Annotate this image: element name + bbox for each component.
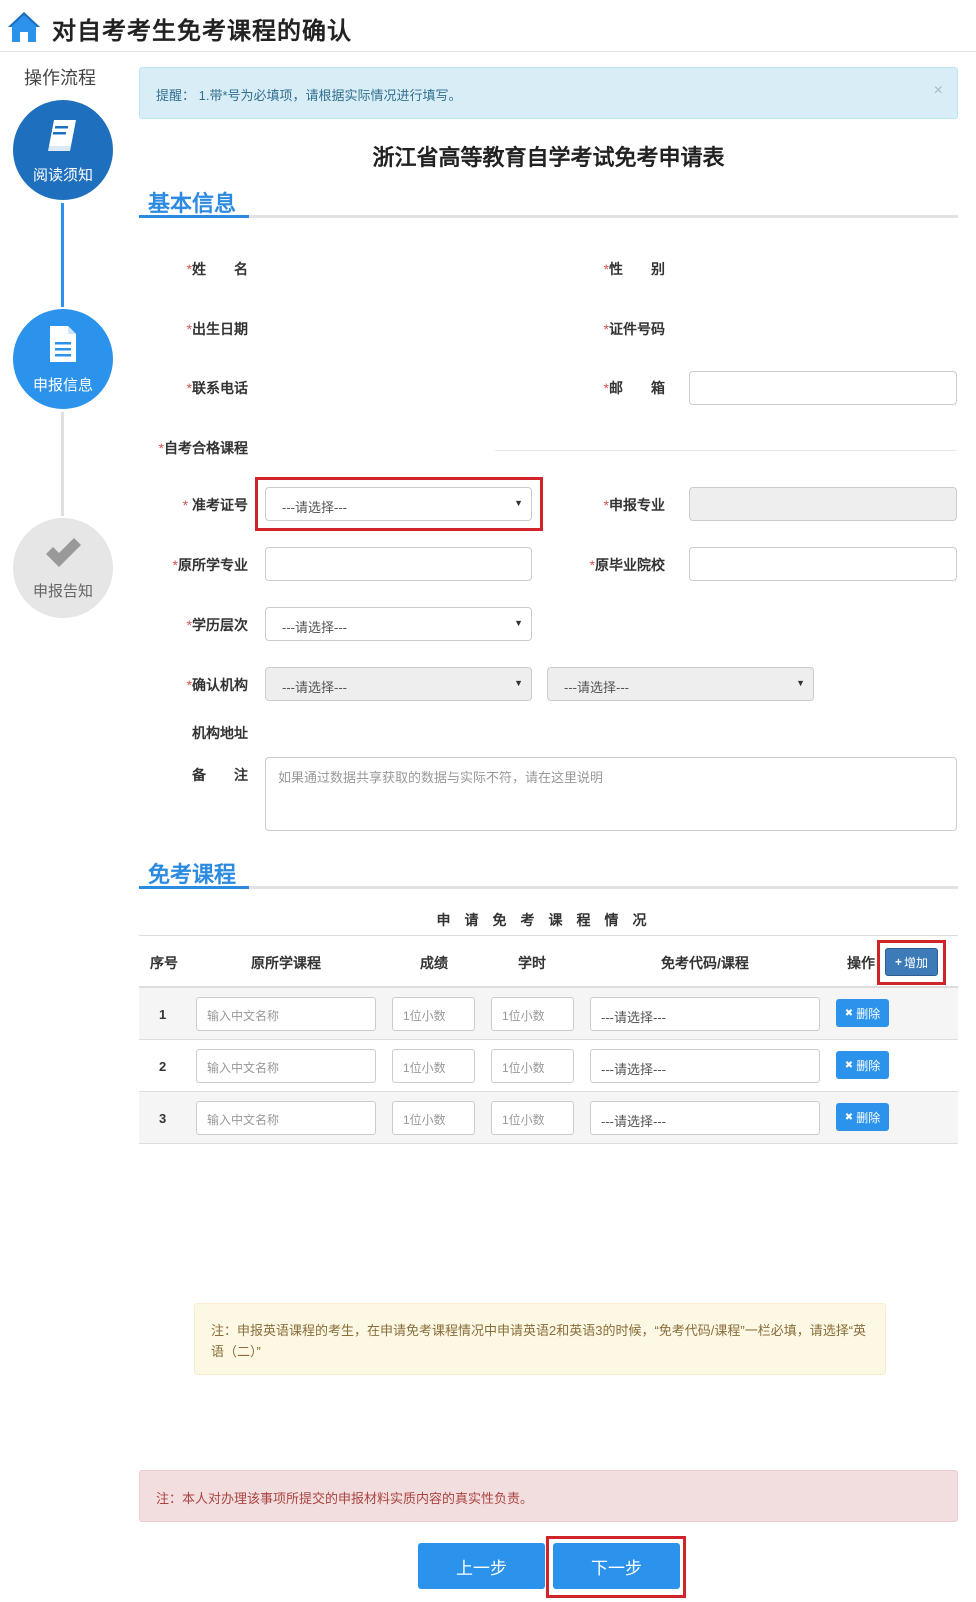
table-top-border xyxy=(139,935,958,936)
document-icon xyxy=(46,324,80,368)
confirm-org-label: *确认机构 xyxy=(186,677,248,693)
table-caption: 申请免考课程情况 xyxy=(436,912,661,928)
phone-label: *联系电话 xyxy=(186,380,248,396)
email-field[interactable] xyxy=(689,371,957,405)
hours-input[interactable]: 1位小数 xyxy=(491,1101,574,1135)
score-input[interactable]: 1位小数 xyxy=(392,1101,475,1135)
id-label: *证件号码 xyxy=(603,321,665,337)
step-label: 申报信息 xyxy=(32,376,93,394)
confirm-org-select-1[interactable]: ---请选择--- ▼ xyxy=(265,667,532,701)
info-alert: 提醒： 1.带*号为必填项，请根据实际情况进行填写。 × xyxy=(139,67,958,119)
orig-school-label: *原毕业院校 xyxy=(589,557,665,573)
caret-down-icon: ▼ xyxy=(514,498,523,508)
delete-row-button[interactable]: ✖ 删除 xyxy=(836,999,889,1027)
th-score: 成绩 xyxy=(420,955,448,971)
major-label: *申报专业 xyxy=(603,497,665,513)
delete-row-button[interactable]: ✖ 删除 xyxy=(836,1103,889,1131)
th-op: 操作 xyxy=(847,955,875,971)
hours-input[interactable]: 1位小数 xyxy=(491,1049,574,1083)
x-icon: ✖ xyxy=(844,1111,854,1123)
orig-major-field[interactable] xyxy=(265,547,532,581)
th-course: 原所学课程 xyxy=(251,955,321,971)
step-apply-notice[interactable]: 申报告知 xyxy=(13,518,113,618)
hours-input[interactable]: 1位小数 xyxy=(491,997,574,1031)
section-divider xyxy=(139,886,958,889)
org-address-label: 机构地址 xyxy=(192,725,248,741)
th-code: 免考代码/课程 xyxy=(661,955,749,971)
remark-label: 备 注 xyxy=(192,767,248,783)
caret-down-icon: ▼ xyxy=(514,618,523,628)
remark-textarea[interactable]: 如果通过数据共享获取的数据与实际不符，请在这里说明 xyxy=(265,757,957,831)
email-label: *邮 箱 xyxy=(603,380,665,396)
exempt-code-select[interactable]: ---请选择--- xyxy=(590,997,820,1031)
next-step-button[interactable]: 下一步 xyxy=(553,1543,680,1589)
step-connector xyxy=(61,203,64,307)
section-divider xyxy=(139,215,958,218)
birth-label: *出生日期 xyxy=(186,321,248,337)
th-hours: 学时 xyxy=(518,955,546,971)
section-title-exempt: 免考课程 xyxy=(148,862,237,887)
add-row-button[interactable]: + 增加 xyxy=(885,948,938,976)
prev-step-button[interactable]: 上一步 xyxy=(418,1543,545,1589)
danger-note: 注：本人对办理该事项所提交的申报材料实质内容的真实性负责。 xyxy=(139,1470,958,1522)
close-icon[interactable]: × xyxy=(934,82,943,100)
row-number: 3 xyxy=(159,1111,167,1126)
major-field[interactable] xyxy=(689,487,957,521)
delete-row-button[interactable]: ✖ 删除 xyxy=(836,1051,889,1079)
info-alert-text: 提醒： 1.带*号为必填项，请根据实际情况进行填写。 xyxy=(156,88,462,103)
passed-courses-label: *自考合格课程 xyxy=(158,440,248,456)
ticket-select[interactable]: ---请选择--- ▼ xyxy=(265,487,532,521)
x-icon: ✖ xyxy=(844,1059,854,1071)
row-number: 2 xyxy=(159,1059,167,1074)
checkmark-icon xyxy=(43,536,83,574)
caret-down-icon: ▼ xyxy=(514,678,523,688)
orig-school-field[interactable] xyxy=(689,547,957,581)
caret-down-icon: ▼ xyxy=(796,678,805,688)
score-input[interactable]: 1位小数 xyxy=(392,997,475,1031)
confirm-org-select-2[interactable]: ---请选择--- ▼ xyxy=(547,667,814,701)
edu-level-select[interactable]: ---请选择--- ▼ xyxy=(265,607,532,641)
gender-label: *性 别 xyxy=(603,261,665,277)
x-icon: ✖ xyxy=(844,1007,854,1019)
form-title: 浙江省高等教育自学考试免考申请表 xyxy=(372,145,725,170)
passed-courses-divider xyxy=(495,450,957,451)
step-label: 申报告知 xyxy=(32,582,93,600)
th-num: 序号 xyxy=(150,955,178,971)
book-icon xyxy=(44,116,82,158)
name-label: *姓 名 xyxy=(186,261,248,277)
home-icon[interactable] xyxy=(6,10,42,44)
course-input[interactable]: 输入中文名称 xyxy=(196,997,376,1031)
page-title: 对自考考生免考课程的确认 xyxy=(52,18,352,45)
exempt-code-select[interactable]: ---请选择--- xyxy=(590,1049,820,1083)
row-number: 1 xyxy=(159,1007,167,1022)
section-title-basic: 基本信息 xyxy=(148,191,237,216)
edu-level-label: *学历层次 xyxy=(186,617,248,633)
step-apply-info[interactable]: 申报信息 xyxy=(13,309,113,409)
course-input[interactable]: 输入中文名称 xyxy=(196,1049,376,1083)
exempt-code-select[interactable]: ---请选择--- xyxy=(590,1101,820,1135)
step-connector xyxy=(61,412,64,516)
plus-icon: + xyxy=(894,955,902,969)
orig-major-label: *原所学专业 xyxy=(172,557,248,573)
warning-note: 注：申报英语课程的考生，在申请免考课程情况中申请英语2和英语3的时候，“免考代码… xyxy=(194,1303,886,1375)
step-read-notice[interactable]: 阅读须知 xyxy=(13,100,113,200)
step-label: 阅读须知 xyxy=(32,166,93,184)
score-input[interactable]: 1位小数 xyxy=(392,1049,475,1083)
flow-title: 操作流程 xyxy=(24,68,96,88)
ticket-label: * 准考证号 xyxy=(182,497,248,513)
course-input[interactable]: 输入中文名称 xyxy=(196,1101,376,1135)
